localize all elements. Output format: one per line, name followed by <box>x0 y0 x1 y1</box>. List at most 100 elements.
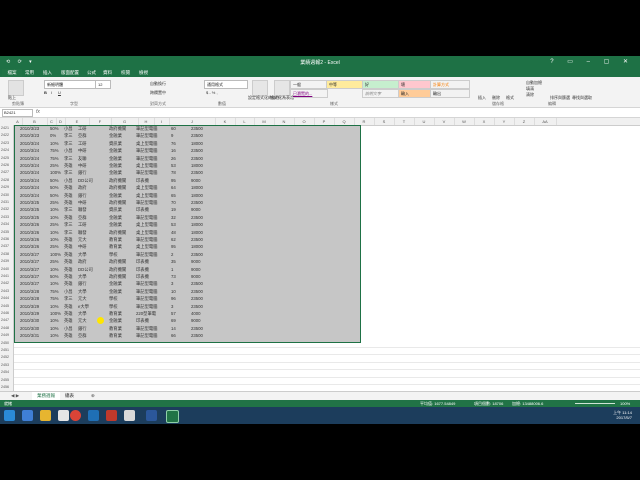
cell-p[interactable]: 75% <box>50 147 59 154</box>
cell-p[interactable]: 50% <box>50 273 59 280</box>
cell-who[interactable]: 李三 <box>64 169 73 176</box>
number-format-select[interactable]: 通用格式 <box>204 80 248 89</box>
tab-review[interactable]: 校閱 <box>118 69 133 77</box>
cell-type[interactable]: 政府機關 <box>109 266 126 273</box>
cell-qty[interactable]: 14 <box>171 325 176 332</box>
cell-type[interactable]: 學校 <box>109 303 118 310</box>
cell-date[interactable]: 2010/3/29 <box>20 303 39 310</box>
media-icon[interactable] <box>58 410 69 421</box>
column-header[interactable]: G <box>111 118 139 125</box>
cell-price[interactable]: 18000 <box>191 221 203 228</box>
italic-button[interactable]: I <box>51 90 52 95</box>
cell-p[interactable]: 10% <box>50 236 59 243</box>
cell-cust[interactable]: 工研 <box>78 140 87 147</box>
window-controls[interactable]: ? ▭ – ▢ ✕ <box>550 58 634 65</box>
cell-p[interactable]: 10% <box>50 266 59 273</box>
cell-type[interactable]: 金融業 <box>109 280 122 287</box>
cell-who[interactable]: 英雄 <box>64 236 73 243</box>
sheet-nav-arrows[interactable]: ◀ ▶ <box>6 392 24 400</box>
fx-icon[interactable]: fx <box>36 109 40 115</box>
cell-p[interactable]: 75% <box>50 295 59 302</box>
row-header[interactable]: 2435 <box>0 229 14 236</box>
row-header[interactable]: 2434 <box>0 221 14 228</box>
cell-qty[interactable]: 76 <box>171 140 176 147</box>
cell-cust[interactable]: 大學 <box>78 251 87 258</box>
cell-type[interactable]: 學校 <box>109 251 118 258</box>
cell-date[interactable]: 2010/3/24 <box>20 184 39 191</box>
row-header[interactable]: 2442 <box>0 280 14 287</box>
cell-who[interactable]: 李三 <box>64 140 73 147</box>
cell-cust[interactable]: 元大 <box>78 236 87 243</box>
column-header[interactable]: O <box>294 118 315 125</box>
cell-qty[interactable]: 78 <box>171 169 176 176</box>
cell-item[interactable]: 桌上型電腦 <box>136 221 157 228</box>
row-header[interactable]: 2445 <box>0 303 14 310</box>
cell-p[interactable]: 25% <box>50 199 59 206</box>
cell-qty[interactable]: 65 <box>171 192 176 199</box>
cell-who[interactable]: 李三 <box>64 295 73 302</box>
cell-p[interactable]: 75% <box>50 155 59 162</box>
row-header[interactable]: 2422 <box>0 132 14 139</box>
cell-qty[interactable]: 66 <box>171 332 176 339</box>
cell-cust[interactable]: 中研 <box>78 147 87 154</box>
cell-date[interactable]: 2010/3/24 <box>20 140 39 147</box>
tab-formulas[interactable]: 公式 <box>84 69 99 77</box>
cell-type[interactable]: 資訊業 <box>109 206 122 213</box>
cell-item[interactable]: 桌上型電腦 <box>136 192 157 199</box>
cell-price[interactable]: 23500 <box>191 288 203 295</box>
cell-price[interactable]: 23500 <box>191 147 203 154</box>
cell-date[interactable]: 2010/3/25 <box>20 199 39 206</box>
cell-price[interactable]: 18000 <box>191 229 203 236</box>
cell-date[interactable]: 2010/3/25 <box>20 214 39 221</box>
cell-who[interactable]: 英雄 <box>64 251 73 258</box>
column-header[interactable]: T <box>394 118 415 125</box>
row-header[interactable]: 2439 <box>0 258 14 265</box>
cell-qty[interactable]: 95 <box>171 243 176 250</box>
cell-qty[interactable]: 57 <box>171 310 176 317</box>
cell-p[interactable]: 100% <box>50 169 61 176</box>
cell-type[interactable]: 教育業 <box>109 310 122 317</box>
cell-p[interactable]: 0% <box>50 132 56 139</box>
cell-type[interactable]: 金融業 <box>109 317 122 324</box>
cell-type[interactable]: 資訊業 <box>109 140 122 147</box>
cell-item[interactable]: 筆記型電腦 <box>136 169 157 176</box>
cell-type[interactable]: 政府機關 <box>109 177 126 184</box>
row-header[interactable]: 2436 <box>0 236 14 243</box>
paint-icon[interactable] <box>124 410 135 421</box>
cell-date[interactable]: 2010/3/30 <box>20 317 39 324</box>
cell-qty[interactable]: 35 <box>171 258 176 265</box>
cell-p[interactable]: 10% <box>50 332 59 339</box>
cell-p[interactable]: 50% <box>50 177 59 184</box>
zoom-slider[interactable] <box>575 403 615 404</box>
row-header[interactable]: 2441 <box>0 273 14 280</box>
insert-cells-button[interactable]: 插入 <box>478 95 486 101</box>
style-neutral[interactable]: 中等 <box>326 80 364 89</box>
cell-qty[interactable]: 32 <box>171 214 176 221</box>
system-clock[interactable]: 上午 11:14 2017/5/7 <box>613 410 632 420</box>
font-name-select[interactable]: 新細明體 <box>44 80 96 89</box>
column-header[interactable]: U <box>414 118 435 125</box>
row-header[interactable]: 2440 <box>0 266 14 273</box>
cell-p[interactable]: 50% <box>50 184 59 191</box>
app-icon[interactable] <box>88 410 99 421</box>
cell-price[interactable]: 9000 <box>191 273 201 280</box>
cell-who[interactable]: 英雄 <box>64 199 73 206</box>
zoom-level[interactable]: 100% <box>620 400 630 407</box>
column-header[interactable]: Q <box>334 118 355 125</box>
cell-cust[interactable]: 聯發 <box>78 206 87 213</box>
column-header[interactable]: AA <box>534 118 557 125</box>
cell-who[interactable]: 英雄 <box>64 162 73 169</box>
cell-price[interactable]: 18000 <box>191 192 203 199</box>
column-header[interactable]: W <box>454 118 475 125</box>
cell-date[interactable]: 2010/3/29 <box>20 310 39 317</box>
cell-type[interactable]: 政府機關 <box>109 273 126 280</box>
cell-item[interactable]: 筆記型電腦 <box>136 199 157 206</box>
cell-date[interactable]: 2010/3/30 <box>20 325 39 332</box>
cell-cust[interactable]: 友聯 <box>78 155 87 162</box>
column-header[interactable]: B <box>22 118 48 125</box>
cell-item[interactable]: 筆記型電腦 <box>136 280 157 287</box>
cell-who[interactable]: 李三 <box>64 221 73 228</box>
cell-who[interactable]: 英雄 <box>64 317 73 324</box>
cell-price[interactable]: 23500 <box>191 325 203 332</box>
cell-qty[interactable]: 16 <box>171 147 176 154</box>
